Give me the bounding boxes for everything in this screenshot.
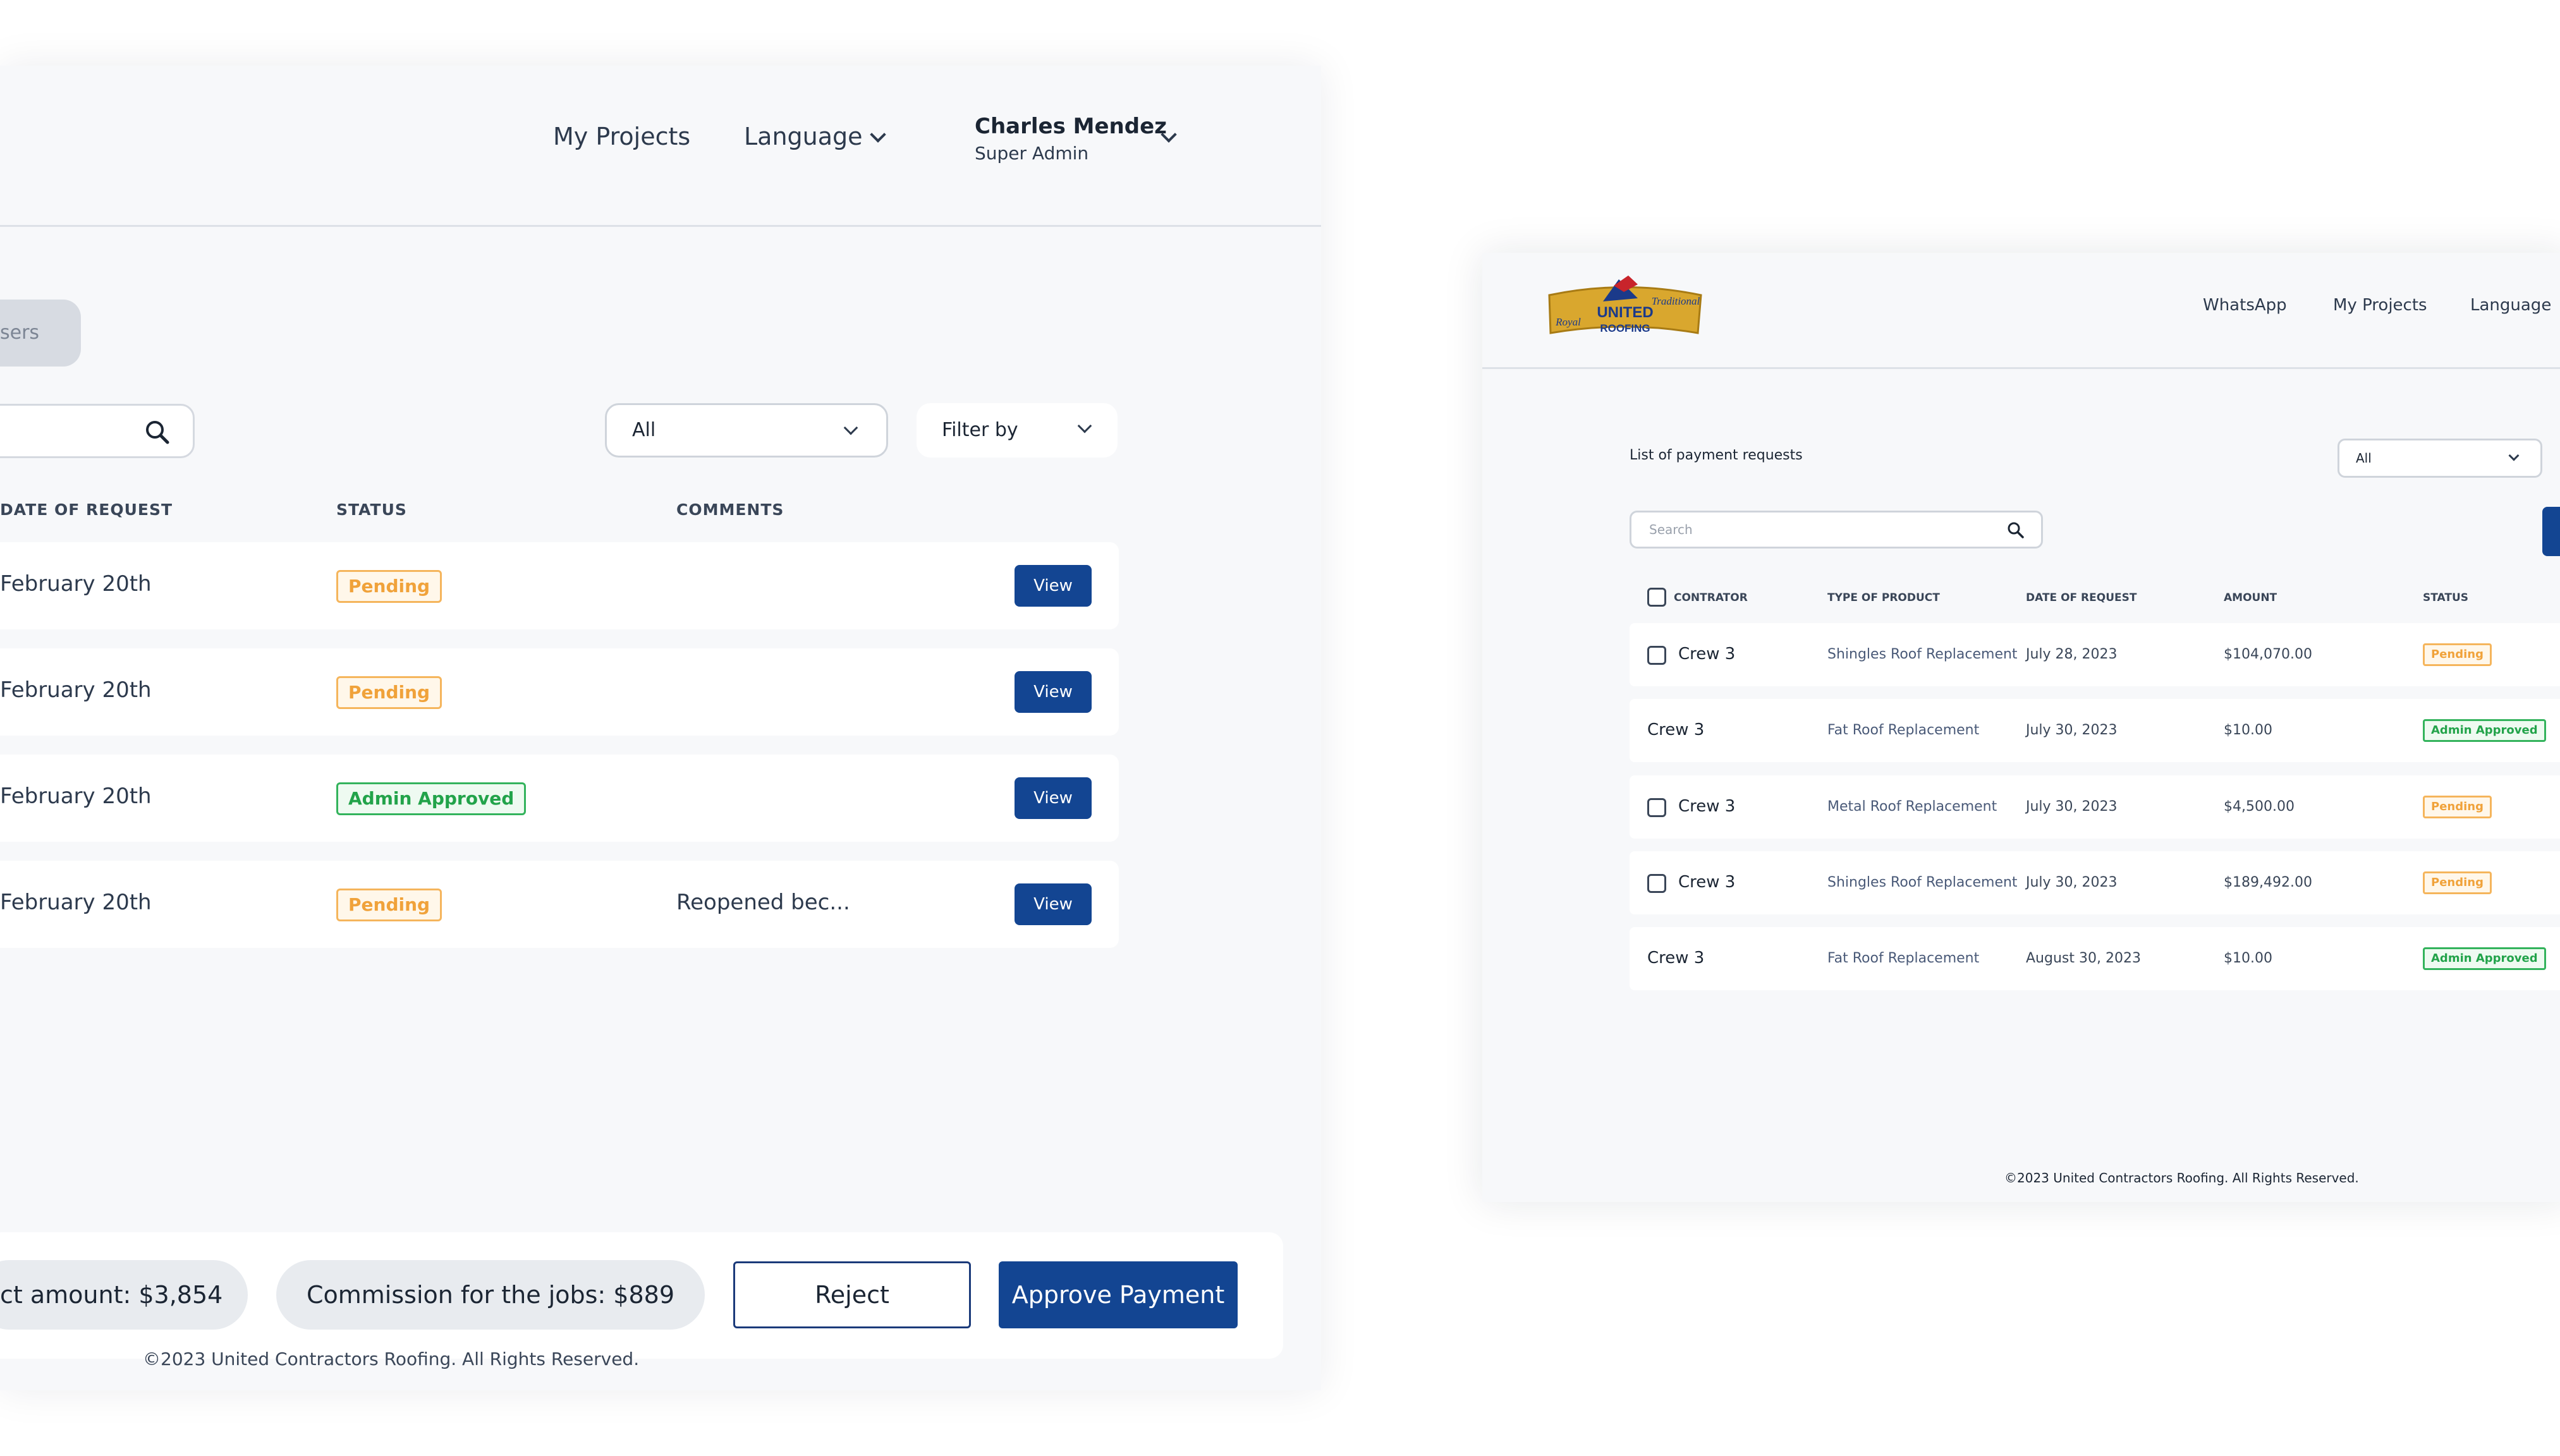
table-row: February 20th Pending View xyxy=(0,542,1119,629)
svg-text:UNITED: UNITED xyxy=(1597,304,1653,321)
commission-pill: Commission for the jobs: $889 xyxy=(276,1260,705,1330)
request-date: February 20th xyxy=(0,784,152,809)
status-badge: Admin Approved xyxy=(2423,719,2546,742)
contractor-name: Crew 3 xyxy=(1647,949,1705,968)
select-all-checkbox[interactable] xyxy=(1647,588,1666,607)
nav-language[interactable]: Language xyxy=(2470,296,2551,315)
request-date: July 30, 2023 xyxy=(2026,722,2118,738)
status-select[interactable]: All xyxy=(605,403,888,458)
search-icon[interactable] xyxy=(143,418,171,446)
table-row: February 20th Admin Approved View xyxy=(0,755,1119,842)
footer-copyright: ©2023 United Contractors Roofing. All Ri… xyxy=(2004,1170,2359,1186)
request-date: July 30, 2023 xyxy=(2026,875,2118,890)
contractor-name: Crew 3 xyxy=(1678,873,1736,892)
status-select-value: All xyxy=(2356,451,2372,466)
table-row[interactable]: Crew 3 Metal Roof Replacement July 30, 2… xyxy=(1630,775,2560,839)
status-badge: Pending xyxy=(336,570,442,603)
user-name[interactable]: Charles Mendez xyxy=(975,114,1167,139)
amount: $189,492.00 xyxy=(2224,875,2312,890)
column-header-status[interactable]: STATUS xyxy=(336,500,407,519)
amount: $104,070.00 xyxy=(2224,646,2312,662)
request-date: July 30, 2023 xyxy=(2026,799,2118,815)
row-checkbox[interactable] xyxy=(1647,874,1666,893)
column-header-amount[interactable]: AMOUNT xyxy=(2224,592,2277,604)
request-date: February 20th xyxy=(0,890,152,915)
table-row[interactable]: Crew 3 Shingles Roof Replacement July 28… xyxy=(1630,623,2560,686)
product-type: Fat Roof Replacement xyxy=(1827,950,1980,966)
status-badge: Pending xyxy=(336,676,442,709)
footer-copyright: ©2023 United Contractors Roofing. All Ri… xyxy=(143,1349,640,1369)
request-date: July 28, 2023 xyxy=(2026,646,2118,662)
table-row[interactable]: Crew 3 Fat Roof Replacement July 30, 202… xyxy=(1630,699,2560,762)
approve-payment-button[interactable]: Approve Payment xyxy=(999,1261,1238,1328)
view-button[interactable]: View xyxy=(1015,777,1092,819)
table-row: February 20th Pending Reopened bec... Vi… xyxy=(0,861,1119,948)
product-type: Shingles Roof Replacement xyxy=(1827,875,2018,890)
view-button[interactable]: View xyxy=(1015,565,1092,607)
amount: $10.00 xyxy=(2224,722,2272,738)
column-header-status[interactable]: STATUS xyxy=(2423,592,2468,604)
request-date: February 20th xyxy=(0,571,152,597)
contractor-name: Crew 3 xyxy=(1678,797,1736,816)
chevron-down-icon xyxy=(2508,450,2520,461)
comment-text: Reopened bec... xyxy=(676,890,850,915)
reject-button[interactable]: Reject xyxy=(733,1261,971,1328)
status-select[interactable]: All xyxy=(2338,439,2542,478)
payment-requests-window: UNITED ROOFING Royal Traditional WhatsAp… xyxy=(1482,253,2560,1202)
contractor-name: Crew 3 xyxy=(1647,720,1705,739)
svg-text:Traditional: Traditional xyxy=(1652,295,1700,307)
search-placeholder: Search xyxy=(1649,522,1693,537)
nav-my-projects[interactable]: My Projects xyxy=(2333,296,2427,315)
product-type: Shingles Roof Replacement xyxy=(1827,646,2018,662)
search-icon[interactable] xyxy=(2007,521,2025,539)
top-header: UNITED ROOFING Royal Traditional WhatsAp… xyxy=(1482,253,2560,369)
request-date: August 30, 2023 xyxy=(2026,950,2141,966)
status-badge: Pending xyxy=(336,889,442,921)
product-type: Fat Roof Replacement xyxy=(1827,722,1980,738)
amount: $4,500.00 xyxy=(2224,799,2295,815)
top-header: My Projects Language Charles Mendez Supe… xyxy=(0,66,1321,227)
status-badge: Pending xyxy=(2423,643,2492,666)
column-header-comments[interactable]: COMMENTS xyxy=(676,500,784,519)
column-header-date[interactable]: DATE OF REQUEST xyxy=(2026,592,2136,604)
status-select-value: All xyxy=(632,419,656,441)
filter-by-dropdown[interactable]: Filter by xyxy=(917,403,1118,458)
request-date: February 20th xyxy=(0,677,152,703)
tab-users[interactable]: sers xyxy=(0,300,81,367)
contractor-name: Crew 3 xyxy=(1678,645,1736,664)
nav-language[interactable]: Language xyxy=(744,123,863,150)
svg-text:ROOFING: ROOFING xyxy=(1600,322,1650,334)
amount: $10.00 xyxy=(2224,950,2272,966)
row-checkbox[interactable] xyxy=(1647,646,1666,665)
column-header-product[interactable]: TYPE OF PRODUCT xyxy=(1827,592,1940,604)
status-badge: Admin Approved xyxy=(336,782,527,815)
admin-payment-window: My Projects Language Charles Mendez Supe… xyxy=(0,66,1321,1390)
view-button[interactable]: View xyxy=(1015,883,1092,925)
table-row[interactable]: Crew 3 Shingles Roof Replacement July 30… xyxy=(1630,851,2560,914)
search-input[interactable]: Search xyxy=(1630,511,2043,549)
user-role: Super Admin xyxy=(975,143,1089,164)
action-button[interactable] xyxy=(2542,507,2560,556)
view-button[interactable]: View xyxy=(1015,671,1092,713)
language-chevron-down-icon[interactable] xyxy=(870,126,886,143)
svg-text:Royal: Royal xyxy=(1555,316,1581,328)
table-row[interactable]: Crew 3 Fat Roof Replacement August 30, 2… xyxy=(1630,927,2560,990)
status-badge: Admin Approved xyxy=(2423,947,2546,970)
product-type: Metal Roof Replacement xyxy=(1827,799,1997,815)
project-amount-pill: ct amount: $3,854 xyxy=(0,1260,248,1330)
united-roofing-logo[interactable]: UNITED ROOFING Royal Traditional xyxy=(1543,267,1707,343)
page-title: List of payment requests xyxy=(1630,447,1803,463)
filter-by-label: Filter by xyxy=(942,419,1018,441)
chevron-down-icon xyxy=(843,420,858,435)
nav-whatsapp[interactable]: WhatsApp xyxy=(2203,296,2287,315)
status-badge: Pending xyxy=(2423,871,2492,894)
row-checkbox[interactable] xyxy=(1647,798,1666,817)
table-row: February 20th Pending View xyxy=(0,648,1119,736)
column-header-date[interactable]: DATE OF REQUEST xyxy=(0,500,173,519)
column-header-contractor[interactable]: CONTRATOR xyxy=(1674,592,1748,604)
nav-my-projects[interactable]: My Projects xyxy=(553,123,690,150)
status-badge: Pending xyxy=(2423,796,2492,818)
chevron-down-icon xyxy=(1077,418,1092,434)
search-input[interactable] xyxy=(0,404,195,458)
